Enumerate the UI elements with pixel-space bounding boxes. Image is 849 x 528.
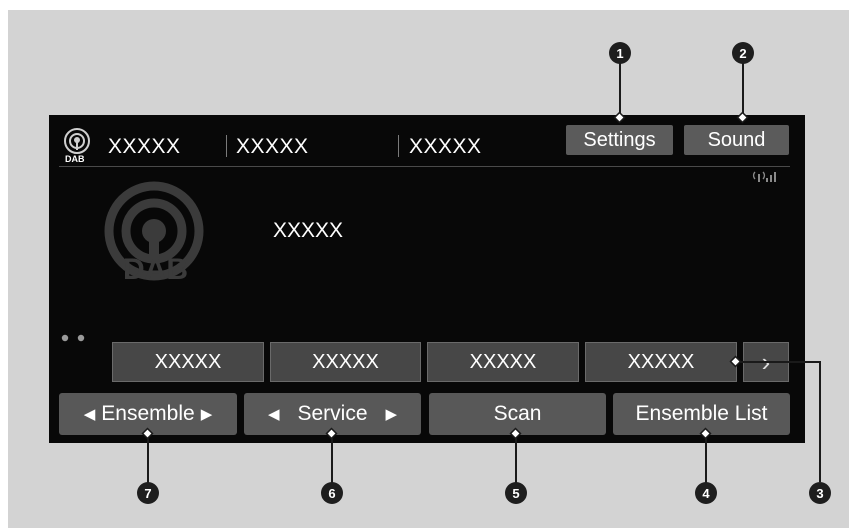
sound-button[interactable]: Sound xyxy=(684,125,789,155)
page-dots-icon xyxy=(61,329,91,342)
preset-button-1[interactable]: XXXXX xyxy=(112,342,264,382)
callout-6: 6 xyxy=(321,482,343,504)
triangle-left-icon: ◀ xyxy=(83,406,96,423)
signal-strength-icon xyxy=(752,169,778,183)
service-label: Service xyxy=(297,402,368,425)
triangle-left-icon: ◀ xyxy=(267,406,280,423)
presets-next-button[interactable]: › xyxy=(743,342,789,382)
chevron-right-icon: › xyxy=(761,347,771,377)
service-button[interactable]: ◀ Service ▶ xyxy=(244,393,421,435)
dab-logo-label: DAB xyxy=(123,253,188,286)
settings-button[interactable]: Settings xyxy=(566,125,673,155)
scan-button[interactable]: Scan xyxy=(429,393,606,435)
callout-5: 5 xyxy=(505,482,527,504)
callout-3: 3 xyxy=(809,482,831,504)
station-name: XXXXX xyxy=(273,219,344,242)
dab-source-label: DAB xyxy=(65,154,85,164)
triangle-right-icon: ▶ xyxy=(385,406,398,423)
ensemble-label: Ensemble xyxy=(101,402,195,425)
triangle-right-icon: ▶ xyxy=(200,406,213,423)
preset-button-3[interactable]: XXXXX xyxy=(427,342,579,382)
callout-2: 2 xyxy=(732,42,754,64)
preset-button-4[interactable]: XXXXX xyxy=(585,342,737,382)
dab-source-icon: DAB xyxy=(61,127,93,165)
dab-logo: DAB xyxy=(103,181,207,291)
preset-button-2[interactable]: XXXXX xyxy=(270,342,421,382)
header-field-1: XXXXX xyxy=(108,135,181,158)
header-field-3: XXXXX xyxy=(409,135,482,158)
ensemble-list-button[interactable]: Ensemble List xyxy=(613,393,790,435)
callout-4: 4 xyxy=(695,482,717,504)
header-divider xyxy=(59,166,790,167)
header-separator xyxy=(398,135,399,157)
header-field-2: XXXXX xyxy=(236,135,309,158)
callout-1: 1 xyxy=(609,42,631,64)
audio-screen: DAB XXXXX XXXXX XXXXX Settings Sound DAB… xyxy=(49,115,805,443)
header-separator xyxy=(226,135,227,157)
callout-7: 7 xyxy=(137,482,159,504)
ensemble-button[interactable]: ◀ Ensemble ▶ xyxy=(59,393,237,435)
